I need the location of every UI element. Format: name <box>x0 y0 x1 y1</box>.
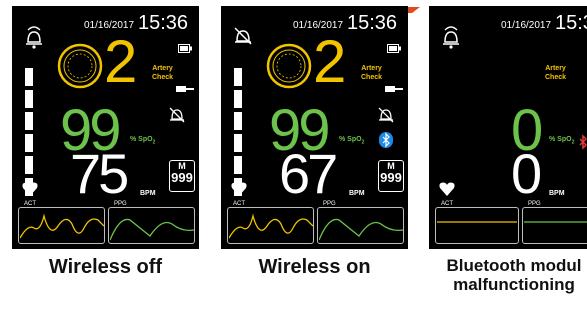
time-display: 15:36 <box>347 12 398 34</box>
pulse-ring-icon <box>266 43 312 89</box>
act-waveform <box>20 213 104 239</box>
bpm-value: 67 <box>279 142 338 205</box>
device-screen-wireless-off: 01/16/2017 15:36 2 Artery Check 99 % SpO… <box>12 6 199 249</box>
device-screen-bluetooth-malfunction: 01/16/2017 15:3 Artery Check 0 % SpO2 0 … <box>429 6 587 249</box>
device-screen-wireless-on: 01/16/2017 15:36 2 Artery Check 99 % SpO… <box>221 6 408 249</box>
ppg-waveform-box <box>522 207 587 244</box>
bpm-unit: BPM <box>140 190 156 197</box>
pulse-strength-value: 2 <box>313 28 346 95</box>
caption-wireless-off: Wireless off <box>48 256 163 278</box>
spo2-unit: % SpO2 <box>549 136 575 146</box>
ppg-label: PPG <box>112 201 129 207</box>
spo2-unit: % SpO2 <box>130 136 156 146</box>
battery-icon <box>178 44 192 53</box>
memory-counter: M 999 <box>378 160 404 192</box>
alarm-bell-icon <box>443 26 459 49</box>
pulse-strength-value: 2 <box>104 28 137 95</box>
bpm-value: 0 <box>511 142 542 205</box>
spo2-unit: % SpO2 <box>339 136 365 146</box>
ppg-flat-line <box>524 221 587 223</box>
artery-check-label: Artery Check <box>361 65 383 81</box>
act-label: ACT <box>439 201 455 207</box>
caption-wireless-on: Wireless on <box>258 256 371 278</box>
artery-check-label: Artery Check <box>545 65 567 81</box>
heart-icon <box>231 182 247 196</box>
heart-icon <box>22 182 38 196</box>
signal-bars-icon <box>234 68 242 196</box>
alarm-bell-crossed-icon <box>234 27 252 45</box>
act-waveform-box <box>435 207 519 244</box>
sensor-plug-icon <box>385 86 403 92</box>
time-display: 15:3 <box>555 12 587 34</box>
memory-counter: M 999 <box>169 160 195 192</box>
artery-check-label: Artery Check <box>152 65 174 81</box>
act-label: ACT <box>22 201 38 207</box>
bpm-unit: BPM <box>349 190 365 197</box>
bluetooth-icon <box>379 132 393 148</box>
alarm-bell-icon <box>26 26 42 49</box>
ppg-label: PPG <box>321 201 338 207</box>
signal-bars-icon <box>25 68 33 196</box>
date-display: 01/16/2017 <box>501 20 552 31</box>
ppg-waveform <box>319 218 403 241</box>
act-flat-line <box>437 221 517 223</box>
sensor-plug-icon <box>176 86 194 92</box>
battery-icon <box>387 44 401 53</box>
time-display: 15:36 <box>138 12 189 34</box>
caption-bluetooth-malfunction: Bluetooth modul malfunctioning <box>446 256 582 294</box>
bell-crossed-icon <box>378 107 394 123</box>
act-label: ACT <box>231 201 247 207</box>
bpm-value: 75 <box>70 142 129 205</box>
ppg-label: PPG <box>526 201 543 207</box>
heart-icon <box>439 182 455 196</box>
ppg-waveform <box>110 218 194 241</box>
pulse-ring-icon <box>57 43 103 89</box>
act-waveform <box>229 213 313 239</box>
bell-crossed-icon <box>169 107 185 123</box>
bpm-unit: BPM <box>549 190 565 197</box>
bluetooth-error-icon <box>579 134 587 150</box>
